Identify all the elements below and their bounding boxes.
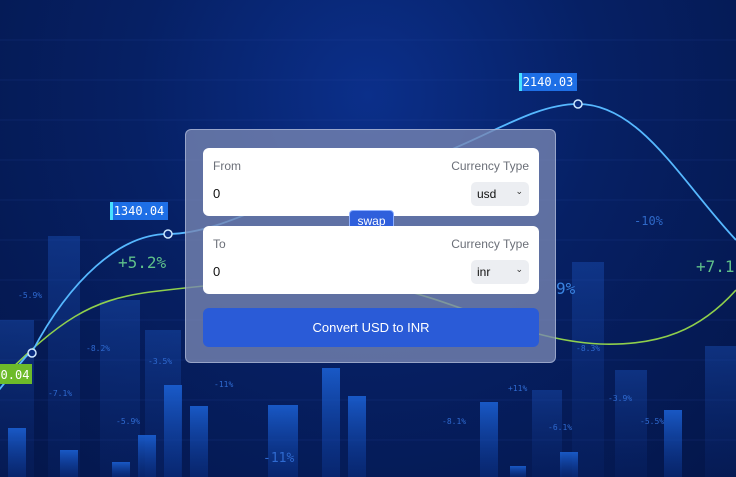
svg-text:-3.9%: -3.9% xyxy=(608,394,632,403)
from-panel: From Currency Type 0 usd ⌄ xyxy=(203,148,539,216)
from-currency-value: usd xyxy=(477,187,497,201)
svg-text:-11%: -11% xyxy=(214,380,233,389)
svg-text:-5.5%: -5.5% xyxy=(640,417,664,426)
to-currency-select[interactable]: inr ⌄ xyxy=(471,260,529,284)
chevron-down-icon: ⌄ xyxy=(515,186,523,196)
from-amount-input[interactable]: 0 xyxy=(213,186,220,201)
to-amount-input[interactable]: 0 xyxy=(213,264,220,279)
svg-text:-7.1%: -7.1% xyxy=(48,389,72,398)
svg-text:-8.2%: -8.2% xyxy=(86,344,110,353)
svg-text:-8.1%: -8.1% xyxy=(442,417,466,426)
svg-text:1340.04: 1340.04 xyxy=(114,204,165,218)
svg-text:-10%: -10% xyxy=(634,214,664,228)
currency-converter-card: From Currency Type 0 usd ⌄ swap To Curre… xyxy=(185,129,556,363)
svg-text:9%: 9% xyxy=(556,279,576,298)
to-panel: To Currency Type 0 inr ⌄ xyxy=(203,226,539,294)
svg-text:0.04: 0.04 xyxy=(1,368,30,382)
from-currency-type-label: Currency Type xyxy=(451,159,529,173)
svg-text:-11%: -11% xyxy=(263,451,294,466)
to-currency-type-label: Currency Type xyxy=(451,237,529,251)
to-label: To xyxy=(213,237,226,251)
price-tag-004: 0.04 xyxy=(0,364,32,384)
convert-button[interactable]: Convert USD to INR xyxy=(203,308,539,347)
svg-text:-3.5%: -3.5% xyxy=(148,357,172,366)
svg-text:+7.1: +7.1 xyxy=(696,257,735,276)
from-label: From xyxy=(213,159,241,173)
price-tag-1340: 1340.04 xyxy=(110,202,168,220)
from-currency-select[interactable]: usd ⌄ xyxy=(471,182,529,206)
svg-text:-5.9%: -5.9% xyxy=(18,291,42,300)
svg-text:-8.3%: -8.3% xyxy=(576,344,600,353)
chevron-down-icon: ⌄ xyxy=(515,264,523,274)
svg-text:+5.2%: +5.2% xyxy=(118,253,167,272)
to-currency-value: inr xyxy=(477,265,491,279)
svg-text:-5.9%: -5.9% xyxy=(116,417,140,426)
price-tag-2140: 2140.03 xyxy=(519,73,577,91)
svg-text:2140.03: 2140.03 xyxy=(523,75,574,89)
svg-text:-6.1%: -6.1% xyxy=(548,423,572,432)
svg-text:+11%: +11% xyxy=(508,384,527,393)
